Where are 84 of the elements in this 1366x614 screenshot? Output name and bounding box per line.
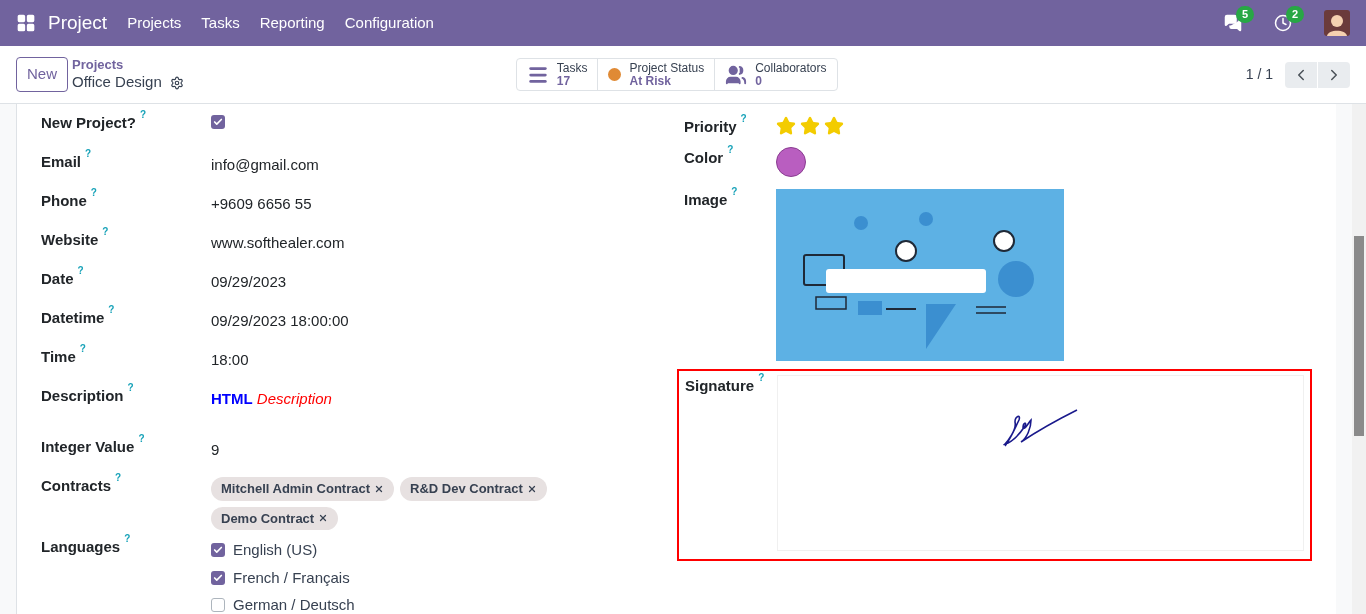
smart-button-label: Project Status [629,61,705,75]
remove-icon[interactable] [318,513,329,524]
help-mark[interactable]: ? [115,473,122,483]
field-label: Date [41,269,74,289]
apps-menu-icon[interactable] [16,13,36,33]
checkbox[interactable] [211,543,225,558]
smart-button-value: 0 [755,74,763,88]
star-icon[interactable] [824,116,844,136]
messages-icon[interactable] [1224,14,1242,32]
help-mark[interactable]: ? [727,144,734,155]
field-label: Signature [685,375,755,396]
help-mark[interactable]: ? [731,186,738,197]
field-label: Image [684,189,728,210]
field-label: Website [41,230,99,250]
smart-button-label: Tasks [556,61,588,75]
settings-icon[interactable] [169,75,184,90]
menu-item[interactable]: Projects [127,11,182,35]
priority-stars[interactable] [776,116,844,136]
record-title: Office Design [72,73,162,92]
help-mark[interactable]: ? [85,149,92,159]
tag[interactable]: Demo Contract [211,506,339,530]
field-label: Priority [684,117,737,137]
smart-button-value: 17 [556,74,572,88]
description-text: HTML Description [211,390,332,407]
next-button[interactable] [1318,61,1350,88]
avatar[interactable] [1324,10,1350,36]
option-label: German / Deutsch [233,595,355,614]
option-label: English (US) [233,540,318,560]
users-icon [725,63,748,86]
star-icon[interactable] [800,116,820,136]
field-value: 09/29/2023 [211,273,287,290]
smart-button-value: At Risk [629,74,672,88]
field-label: Integer Value [41,437,135,457]
option-label: French / Français [233,567,350,588]
menu-item[interactable]: Tasks [201,11,240,35]
field-label: Contracts [41,476,111,496]
count-badge: 5 [1236,6,1255,23]
field-value: 9 [211,441,220,458]
help-mark[interactable]: ? [127,383,134,393]
new-button[interactable]: New [16,57,68,92]
smart-button[interactable]: Project Status At Risk [597,59,715,90]
remove-icon[interactable] [374,483,385,494]
field-value: info@gmail.com [211,156,319,173]
help-mark[interactable]: ? [77,266,84,276]
field-value: 09/29/2023 18:00:00 [211,312,349,329]
help-mark[interactable]: ? [90,188,97,198]
smart-button-label: Collaborators [755,61,827,75]
field-label: Description [41,386,124,406]
help-mark[interactable]: ? [758,372,765,383]
field-label: Color [684,147,724,168]
tag[interactable]: Mitchell Admin Contract [211,477,395,501]
pager-value: 1 / 1 [1245,65,1273,84]
help-mark[interactable]: ? [124,534,131,544]
tag[interactable]: R&D Dev Contract [400,477,547,501]
star-icon[interactable] [776,116,796,136]
field-label: Phone [41,191,87,211]
field-value: +9609 6656 55 [211,195,312,212]
help-mark[interactable]: ? [108,305,115,315]
smart-button[interactable]: Collaborators 0 [714,59,837,90]
help-mark[interactable]: ? [740,114,747,124]
checkbox[interactable] [211,115,225,129]
field-label: Time [41,347,76,367]
previous-button[interactable] [1285,61,1317,88]
field-label: Languages [41,537,121,557]
smart-button[interactable]: Tasks 17 [516,59,598,90]
remove-icon[interactable] [526,483,537,494]
menu-item[interactable]: Configuration [344,11,434,35]
field-label: New Project? [41,113,137,133]
help-mark[interactable]: ? [102,227,109,237]
scrollbar[interactable] [1352,104,1366,614]
count-badge: 2 [1286,6,1305,23]
app-name[interactable]: Project [48,8,108,38]
menu-item[interactable]: Reporting [259,11,325,35]
checkbox[interactable] [211,598,225,613]
help-mark[interactable]: ? [140,110,147,120]
field-value: 18:00 [211,351,249,368]
help-mark[interactable]: ? [79,344,86,354]
breadcrumb-link[interactable]: Projects [72,57,184,74]
help-mark[interactable]: ? [138,434,145,444]
field-label: Datetime [41,308,105,328]
checkbox[interactable] [211,570,225,585]
field-value: www.softhealer.com [211,234,345,251]
field-label: Email [41,152,82,172]
activity-icon[interactable] [1274,14,1292,32]
